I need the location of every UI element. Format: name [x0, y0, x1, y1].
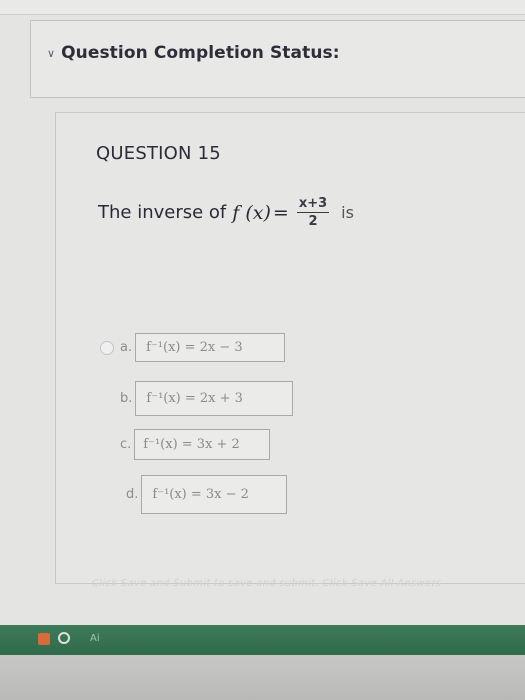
- browser-icon[interactable]: [58, 632, 70, 644]
- taskbar: Ai: [0, 625, 525, 655]
- completion-status-title: Question Completion Status:: [61, 43, 340, 63]
- option-answer-c: f⁻¹(x) = 3x + 2: [134, 429, 271, 460]
- browser-viewport: ∨ Question Completion Status: QUESTION 1…: [0, 0, 525, 625]
- chevron-down-icon: ∨: [47, 46, 56, 60]
- question-prompt: The inverse of f (x) = x+3 2 is: [98, 197, 354, 228]
- monitor-bezel: [0, 655, 525, 700]
- answer-option-d[interactable]: d. f⁻¹(x) = 3x − 2: [126, 475, 288, 514]
- save-instructions: Click Save and Submit to save and submit…: [92, 578, 442, 589]
- fraction-denominator: 2: [308, 214, 318, 229]
- option-answer-a: f⁻¹(x) = 2x − 3: [135, 333, 286, 362]
- option-letter-b: b.: [120, 391, 133, 406]
- taskbar-label: Ai: [90, 633, 100, 644]
- answer-option-a[interactable]: a. f⁻¹(x) = 2x − 3: [100, 333, 286, 362]
- completion-status-toggle[interactable]: ∨ Question Completion Status:: [47, 43, 340, 63]
- answer-option-b[interactable]: b. f⁻¹(x) = 2x + 3: [120, 381, 294, 416]
- option-letter-d: d.: [126, 487, 139, 502]
- question-panel: QUESTION 15 The inverse of f (x) = x+3 2…: [55, 112, 525, 584]
- option-answer-b: f⁻¹(x) = 2x + 3: [135, 381, 294, 416]
- function-label: f (x): [232, 201, 271, 224]
- option-answer-d: f⁻¹(x) = 3x − 2: [141, 475, 288, 514]
- option-letter-a: a.: [120, 340, 133, 355]
- fraction: x+3 2: [296, 196, 330, 229]
- option-letter-c: c.: [120, 437, 132, 452]
- equals-sign: =: [272, 201, 289, 224]
- prompt-suffix: is: [341, 203, 354, 222]
- app-icon[interactable]: [38, 633, 50, 645]
- fraction-numerator: x+3: [296, 196, 330, 213]
- top-divider: [0, 0, 525, 15]
- question-number: QUESTION 15: [96, 143, 221, 164]
- answer-option-c[interactable]: c. f⁻¹(x) = 3x + 2: [120, 429, 271, 460]
- radio-button-a[interactable]: [100, 340, 114, 355]
- question-completion-status-panel: ∨ Question Completion Status:: [30, 20, 525, 98]
- prompt-prefix: The inverse of: [98, 202, 227, 223]
